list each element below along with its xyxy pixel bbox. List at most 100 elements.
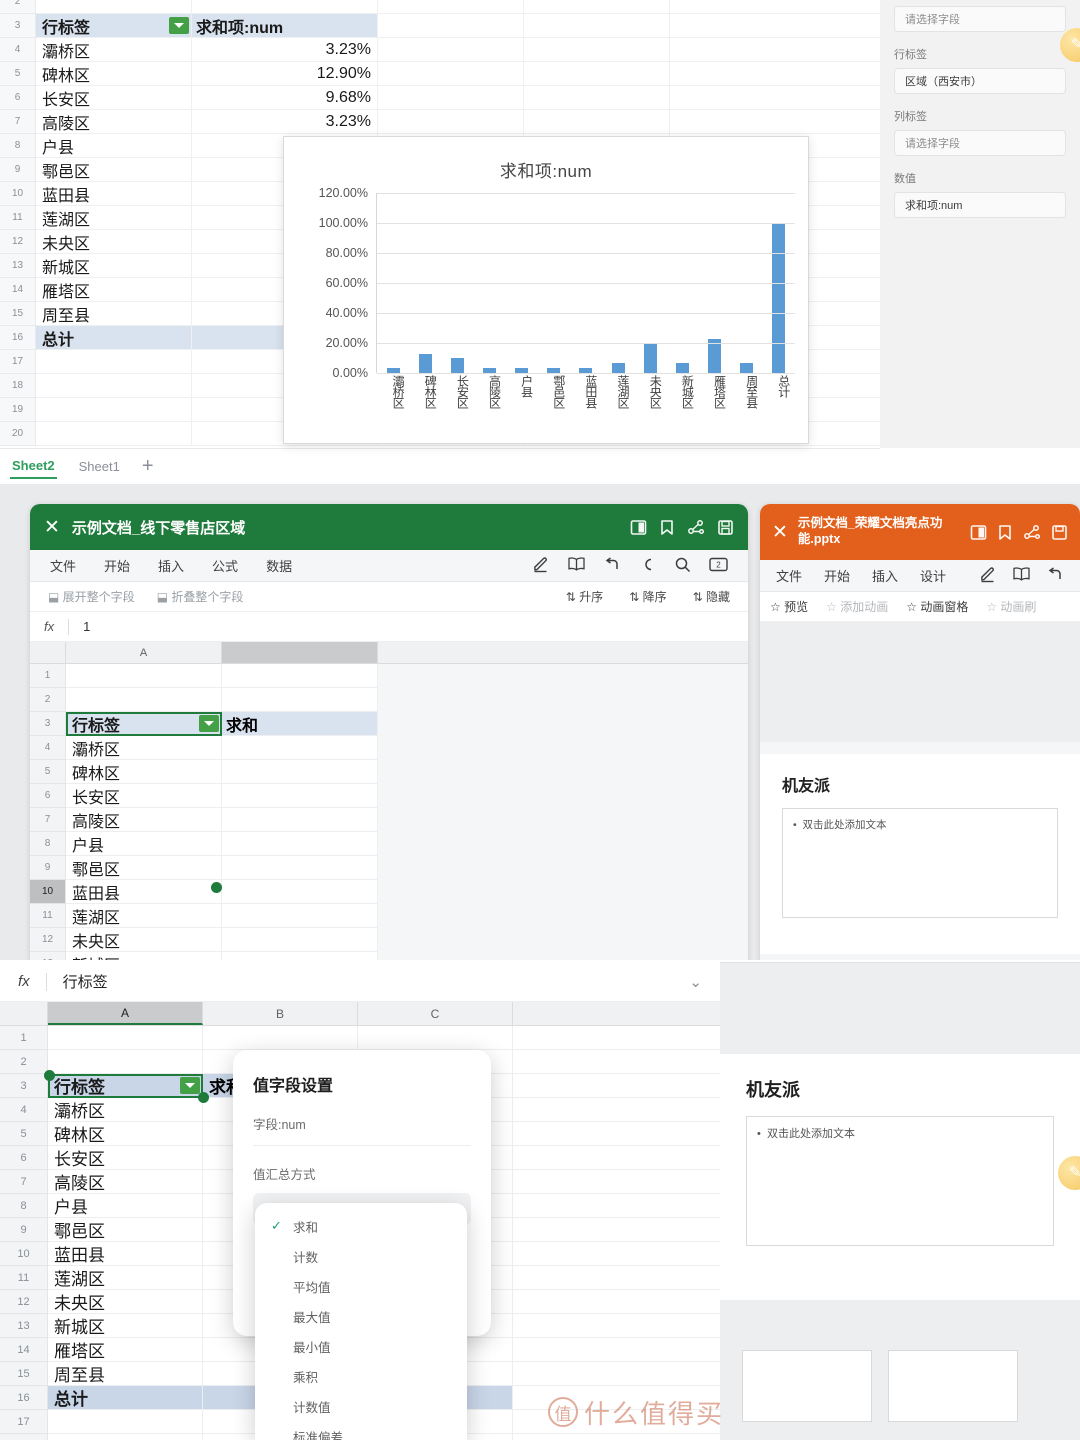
cell-b[interactable]: 3.23% <box>192 38 378 62</box>
ribbon-sort-group[interactable]: ⇅ 升序 ⇅ 降序 ⇅ 隐藏 <box>566 588 730 605</box>
cell-d[interactable] <box>513 1218 720 1242</box>
cell-b[interactable]: 12.90% <box>192 62 378 86</box>
row-number[interactable]: 5 <box>0 62 36 86</box>
col-label-field[interactable]: 请选择字段 <box>894 130 1066 156</box>
bottom-column-headers[interactable]: A B C <box>0 1002 720 1026</box>
cell-a[interactable]: 蓝田县 <box>36 182 192 206</box>
row-number[interactable]: 15 <box>0 1362 48 1386</box>
cell-a[interactable]: 蓝田县 <box>48 1242 203 1266</box>
cell-b[interactable]: 求和 <box>222 712 378 736</box>
table-row[interactable]: 1 <box>30 664 748 688</box>
summary-menu-item[interactable]: 计数值 <box>255 1391 467 1421</box>
cell-a[interactable] <box>36 374 192 398</box>
cell-a[interactable] <box>48 1026 203 1050</box>
cell-c[interactable] <box>358 1026 513 1050</box>
pivot-chart-card[interactable]: 求和项:num 120.00% 100.00% 80.00% 60.00% 40.00%… <box>283 136 809 444</box>
cell-a[interactable]: 长安区 <box>48 1146 203 1170</box>
pivot-sidebar[interactable]: 请选择字段 行标签 区域（西安市） 列标签 请选择字段 数值 求和项:num <box>880 0 1080 448</box>
bookmark-icon[interactable] <box>659 519 675 536</box>
bottom-edit-badge-icon[interactable] <box>1058 1156 1080 1190</box>
cell-d[interactable] <box>513 1314 720 1338</box>
menu-插入[interactable]: 插入 <box>158 556 184 575</box>
cell-b[interactable] <box>203 1026 358 1050</box>
row-number[interactable]: 18 <box>0 1434 48 1440</box>
cell-a[interactable] <box>48 1050 203 1074</box>
cell-a[interactable] <box>48 1410 203 1434</box>
row-number[interactable]: 9 <box>30 856 66 880</box>
row-number[interactable]: 8 <box>30 832 66 856</box>
cell-d[interactable] <box>513 1098 720 1122</box>
cell-b[interactable] <box>222 928 378 952</box>
cell-b[interactable] <box>222 736 378 760</box>
save-icon[interactable] <box>717 519 734 536</box>
row-number[interactable]: 11 <box>0 206 36 230</box>
undo-icon[interactable] <box>604 556 621 575</box>
cell-a[interactable]: 户县 <box>48 1194 203 1218</box>
row-number[interactable]: 19 <box>0 398 36 422</box>
cell-b[interactable] <box>192 0 378 14</box>
cell-a[interactable]: 莲湖区 <box>48 1266 203 1290</box>
mid-sheet-menubar[interactable]: 文件 开始 插入 公式 数据 2 <box>30 550 748 582</box>
cell-a[interactable]: 长安区 <box>36 86 192 110</box>
sheet-tab-sheet2[interactable]: Sheet2 <box>10 454 57 479</box>
table-row[interactable]: 8 户县 <box>30 832 748 856</box>
summary-menu-item[interactable]: 标准偏差 <box>255 1421 467 1440</box>
cell-b[interactable] <box>222 856 378 880</box>
cell-d[interactable] <box>513 1266 720 1290</box>
add-sheet-button[interactable]: + <box>142 455 154 478</box>
cell-d[interactable] <box>513 1026 720 1050</box>
mid-sheet-ribbon[interactable]: ⬓ 展开整个字段 ⬓ 折叠整个字段 ⇅ 升序 ⇅ 降序 ⇅ 隐藏 <box>30 582 748 612</box>
row-number[interactable]: 7 <box>0 110 36 134</box>
table-row[interactable]: 2 <box>30 688 748 712</box>
row-number[interactable]: 14 <box>0 278 36 302</box>
cell-d[interactable] <box>513 1434 720 1440</box>
select-all-corner[interactable] <box>30 642 66 663</box>
cell-a[interactable]: 灞桥区 <box>66 736 222 760</box>
row-number[interactable]: 8 <box>0 1194 48 1218</box>
filter-dropdown-icon[interactable] <box>169 17 189 34</box>
cell-a[interactable]: 雁塔区 <box>36 278 192 302</box>
cell-b[interactable] <box>222 784 378 808</box>
table-row[interactable]: 10 蓝田县 <box>30 880 748 904</box>
table-row[interactable]: 12 未央区 <box>30 928 748 952</box>
page-count-icon[interactable]: 2 <box>709 557 728 575</box>
cell-d[interactable] <box>513 1194 720 1218</box>
cell-a[interactable] <box>66 664 222 688</box>
ppt-share-icon[interactable] <box>1023 524 1041 541</box>
table-row[interactable]: 7 高陵区 3.23% <box>0 110 880 134</box>
row-number[interactable]: 14 <box>0 1338 48 1362</box>
ppt-read-mode-icon[interactable] <box>1012 566 1031 585</box>
cell-d[interactable] <box>524 62 670 86</box>
ppt-animation-ribbon[interactable]: ☆ 预览 ☆ 添加动画 ☆ 动画窗格 ☆ 动画刷 <box>760 592 1080 622</box>
ppt-menu-插入[interactable]: 插入 <box>872 566 898 585</box>
row-number[interactable]: 5 <box>30 760 66 784</box>
split-view-icon[interactable] <box>630 519 647 536</box>
cell-a[interactable] <box>36 398 192 422</box>
cell-b[interactable] <box>222 904 378 928</box>
cell-d[interactable] <box>524 14 670 38</box>
mid-sheet-rows[interactable]: 1 2 3 行标签 求和 4 灞桥区 5 碑林区 6 长安区 7 高陵区 8 户县 9 鄠邑区 10 蓝田县 11 莲湖… <box>30 664 748 962</box>
row-number[interactable]: 16 <box>0 1386 48 1410</box>
table-row[interactable]: 4 灞桥区 <box>30 736 748 760</box>
row-number[interactable]: 18 <box>0 374 36 398</box>
cell-e[interactable] <box>670 38 880 62</box>
ppt-menu-设计[interactable]: 设计 <box>920 566 946 585</box>
row-number[interactable]: 3 <box>0 1074 48 1098</box>
row-number[interactable]: 20 <box>0 422 36 446</box>
cell-a[interactable]: 高陵区 <box>66 808 222 832</box>
row-number[interactable]: 2 <box>0 0 36 14</box>
menu-开始[interactable]: 开始 <box>104 556 130 575</box>
row-label-field[interactable]: 区域（西安市） <box>894 68 1066 94</box>
row-number[interactable]: 15 <box>0 302 36 326</box>
row-number[interactable]: 6 <box>0 1146 48 1170</box>
cell-a[interactable] <box>48 1434 203 1440</box>
table-row[interactable]: 6 长安区 <box>30 784 748 808</box>
cell-a[interactable]: 碑林区 <box>48 1122 203 1146</box>
row-number[interactable]: 13 <box>0 254 36 278</box>
table-row[interactable]: 6 长安区 9.68% <box>0 86 880 110</box>
sheet-tab-sheet1[interactable]: Sheet1 <box>77 455 122 478</box>
row-number[interactable]: 4 <box>30 736 66 760</box>
table-row[interactable]: 3 行标签 求和项:num <box>0 14 880 38</box>
read-mode-icon[interactable] <box>567 556 586 575</box>
sheet-tab-bar[interactable]: Sheet2 Sheet1 + <box>0 448 880 484</box>
